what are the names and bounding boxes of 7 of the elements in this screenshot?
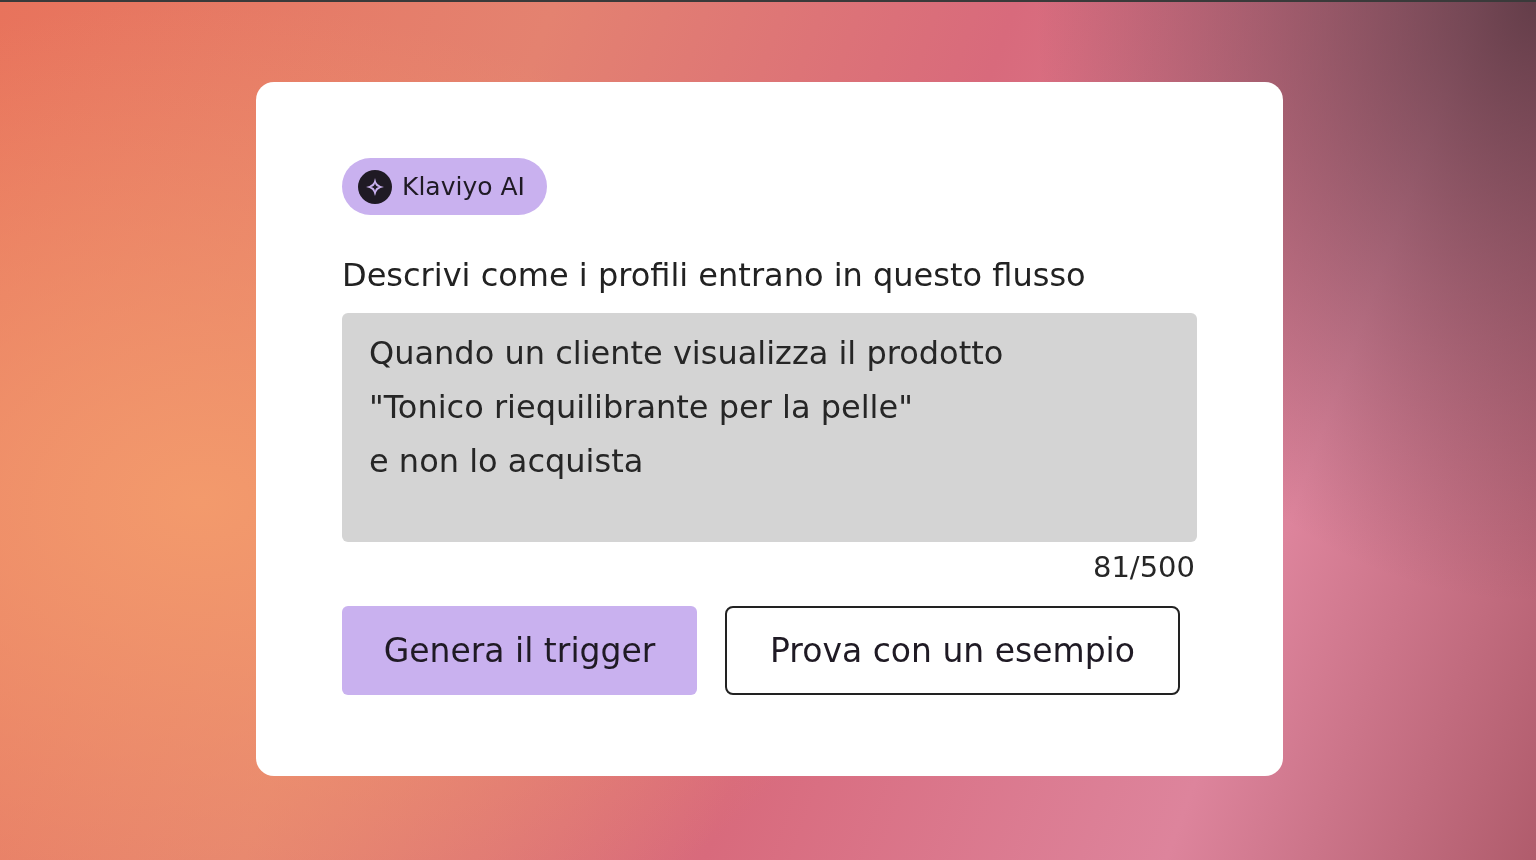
field-label: Descrivi come i profili entrano in questo flusso (342, 255, 1086, 295)
generate-button[interactable]: Genera il trigger (342, 606, 697, 695)
badge-label: Klaviyo AI (402, 172, 525, 201)
example-button[interactable]: Prova con un esempio (725, 606, 1180, 695)
character-counter: 81/500 (1092, 550, 1195, 584)
description-field[interactable]: Quando un cliente visualizza il prodotto "Tonico riequilibrante per la pelle" e non lo acquista (342, 313, 1197, 542)
sparkle-icon (358, 169, 392, 204)
